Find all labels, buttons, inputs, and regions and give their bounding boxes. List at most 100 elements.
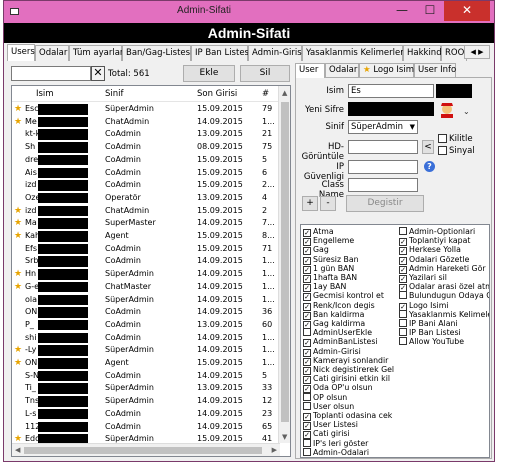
permission-item[interactable]: Admin-Odalari <box>303 447 399 457</box>
permission-checkbox[interactable] <box>399 227 407 235</box>
name-field[interactable]: Es <box>348 84 434 98</box>
table-row[interactable]: ★ Kah Agent 15.09.2015 8... <box>12 231 280 242</box>
permission-checkbox[interactable] <box>399 337 407 346</box>
scroll-up-icon[interactable]: ▲ <box>282 89 287 97</box>
column-count[interactable]: # <box>262 89 269 99</box>
column-class[interactable]: Sinif <box>105 89 124 99</box>
permission-checkbox[interactable] <box>399 319 407 327</box>
tab-yasaklanmis-kelimerler[interactable]: Yasaklanmis Kelimerler <box>302 45 404 61</box>
ip-security-field[interactable] <box>348 160 418 174</box>
vertical-scrollbar[interactable]: ▲ ▼ <box>278 86 290 443</box>
tab-scroll-arrows[interactable]: ◀ ▶ <box>464 45 490 59</box>
tab-ip-ban-listesi[interactable]: IP Ban Listesi <box>191 45 251 61</box>
row-last-login: 14.09.2015 <box>197 269 243 279</box>
hd-button[interactable]: < <box>422 140 434 154</box>
redacted-name <box>38 281 88 293</box>
tab-ban-gag-listesi[interactable]: Ban/Gag-Listesi <box>122 45 192 61</box>
title-bar[interactable]: Admin-Sifati — ☐ ✕ <box>4 1 494 23</box>
column-name[interactable]: Isim <box>36 89 54 99</box>
table-row[interactable]: kt-k CoAdmin 13.09.2015 21 <box>12 129 280 140</box>
maximize-button[interactable]: ☐ <box>416 1 444 21</box>
permission-label: Admin Hareketi Gör <box>409 263 486 273</box>
close-button[interactable]: ✕ <box>444 1 490 21</box>
permission-checkbox[interactable] <box>399 291 407 300</box>
table-row[interactable]: P_ CoAdmin 13.09.2015 60 <box>12 319 280 331</box>
table-row[interactable]: 112 CoAdmin 14.09.2015 65 <box>12 421 280 433</box>
permission-checkbox[interactable] <box>399 309 407 318</box>
table-row[interactable]: ON CoAdmin 14.09.2015 36 <box>12 307 280 318</box>
table-row[interactable]: S-N CoAdmin 14.09.2015 5 <box>12 370 280 382</box>
tab-hakkinda[interactable]: Hakkinda <box>403 45 447 61</box>
table-row[interactable]: Efs CoAdmin 15.09.2015 71 <box>12 243 280 255</box>
table-row[interactable]: ★ G-e ChatMaster 14.09.2015 1... <box>12 281 280 293</box>
permission-checkbox[interactable] <box>303 447 311 456</box>
table-row[interactable]: ★ ON Agent 15.09.2015 1... <box>12 358 280 369</box>
help-icon[interactable]: ? <box>424 161 435 172</box>
tab-odalar[interactable]: Odalar <box>35 45 69 61</box>
clear-search-button[interactable]: ✕ <box>91 66 105 81</box>
tab-logo-name[interactable]: ★ Logo Isimi <box>359 63 416 78</box>
h-scroll-thumb[interactable] <box>24 447 262 454</box>
scroll-thumb[interactable] <box>281 102 289 422</box>
delete-user-button[interactable]: Sil <box>240 65 290 82</box>
minus-button[interactable]: - <box>320 196 336 211</box>
permission-checkbox[interactable] <box>303 401 311 410</box>
permission-checkbox[interactable] <box>303 328 311 337</box>
permission-checkbox[interactable] <box>303 438 311 447</box>
row-count: 2 <box>262 205 268 215</box>
table-row[interactable]: L-s CoAdmin 14.09.2015 23 <box>12 408 280 420</box>
table-row[interactable]: Ais CoAdmin 15.09.2015 6 <box>12 167 280 179</box>
table-row[interactable]: ★ izd ChatAdmin 15.09.2015 2 <box>12 205 280 217</box>
password-field[interactable] <box>348 102 434 116</box>
table-row[interactable]: Sh CoAdmin 08.09.2015 75 <box>12 142 280 153</box>
tab-admin-girisi[interactable]: Admin-Girisi <box>248 45 304 61</box>
row-class: CoAdmin <box>105 421 141 431</box>
change-button[interactable]: Degistir <box>346 195 424 212</box>
permission-item[interactable]: Allow YouTube <box>399 337 489 347</box>
avatar-icon[interactable] <box>438 100 460 118</box>
tab-user-info[interactable]: User Info <box>414 63 456 78</box>
tab-user[interactable]: User <box>295 63 325 78</box>
scroll-left-icon[interactable]: ◀ <box>15 446 20 454</box>
table-row[interactable]: Ti_ SüperAdmin 13.09.2015 33 <box>12 383 280 394</box>
permission-label: Gag kaldirma <box>313 319 366 328</box>
table-row[interactable]: shi CoAdmin 14.09.2015 1... <box>12 332 280 344</box>
minimize-button[interactable]: — <box>388 1 416 21</box>
color-swatch[interactable] <box>436 84 472 98</box>
avatar-dropdown-icon[interactable]: ⌄ <box>463 107 470 116</box>
table-row[interactable]: ★ Me ChatAdmin 14.09.2015 1... <box>12 116 280 128</box>
permission-label: AdminUserEkle <box>313 328 373 338</box>
row-last-login: 14.09.2015 <box>197 345 243 355</box>
table-row[interactable]: Srb CoAdmin 14.09.2015 1... <box>12 256 280 267</box>
horizontal-scrollbar[interactable]: ◀ ▶ <box>12 443 280 456</box>
scroll-right-icon[interactable]: ▶ <box>272 446 277 454</box>
table-row[interactable]: ola SüperAdmin 14.09.2015 1... <box>12 294 280 306</box>
table-row[interactable]: izd CoAdmin 15.09.2015 2... <box>12 180 280 191</box>
table-row[interactable]: Oze Operatör 13.09.2015 4 <box>12 192 280 204</box>
tab-rooms[interactable]: Odalar <box>325 63 359 78</box>
permission-checkbox[interactable] <box>303 392 311 401</box>
hd-field[interactable] <box>348 140 418 154</box>
table-row[interactable]: Tns SüperAdmin 14.09.2015 12 <box>12 396 280 407</box>
tab-users[interactable]: Users <box>7 44 35 61</box>
table-row[interactable]: ★ -Ly SüperAdmin 14.09.2015 1... <box>12 345 280 356</box>
class-select[interactable]: SüperAdmin ▼ <box>348 120 418 134</box>
signal-checkbox[interactable] <box>438 146 447 155</box>
plus-button[interactable]: + <box>302 196 318 211</box>
tab-t-m-ayarlar[interactable]: Tüm ayarlar <box>69 45 123 61</box>
class-name-field[interactable] <box>348 178 418 192</box>
table-row[interactable]: ★ Ma SuperMaster 14.09.2015 7... <box>12 218 280 229</box>
search-input[interactable] <box>11 66 91 81</box>
column-last-login[interactable]: Son Girisi <box>197 89 237 99</box>
lock-checkbox[interactable] <box>438 134 447 143</box>
permission-checkbox[interactable] <box>399 328 407 337</box>
row-count: 2... <box>262 180 275 190</box>
table-row[interactable]: ★ Esc SüperAdmin 15.09.2015 79 <box>12 104 280 115</box>
star-icon: ★ <box>14 358 23 368</box>
table-row[interactable]: ★ Hn SüperAdmin 14.09.2015 1... <box>12 269 280 280</box>
row-count: 1... <box>262 269 275 279</box>
add-user-button[interactable]: Ekle <box>183 65 235 82</box>
scroll-down-icon[interactable]: ▼ <box>282 433 287 441</box>
row-last-login: 14.09.2015 <box>197 116 243 126</box>
table-row[interactable]: dre CoAdmin 15.09.2015 5 <box>12 154 280 166</box>
